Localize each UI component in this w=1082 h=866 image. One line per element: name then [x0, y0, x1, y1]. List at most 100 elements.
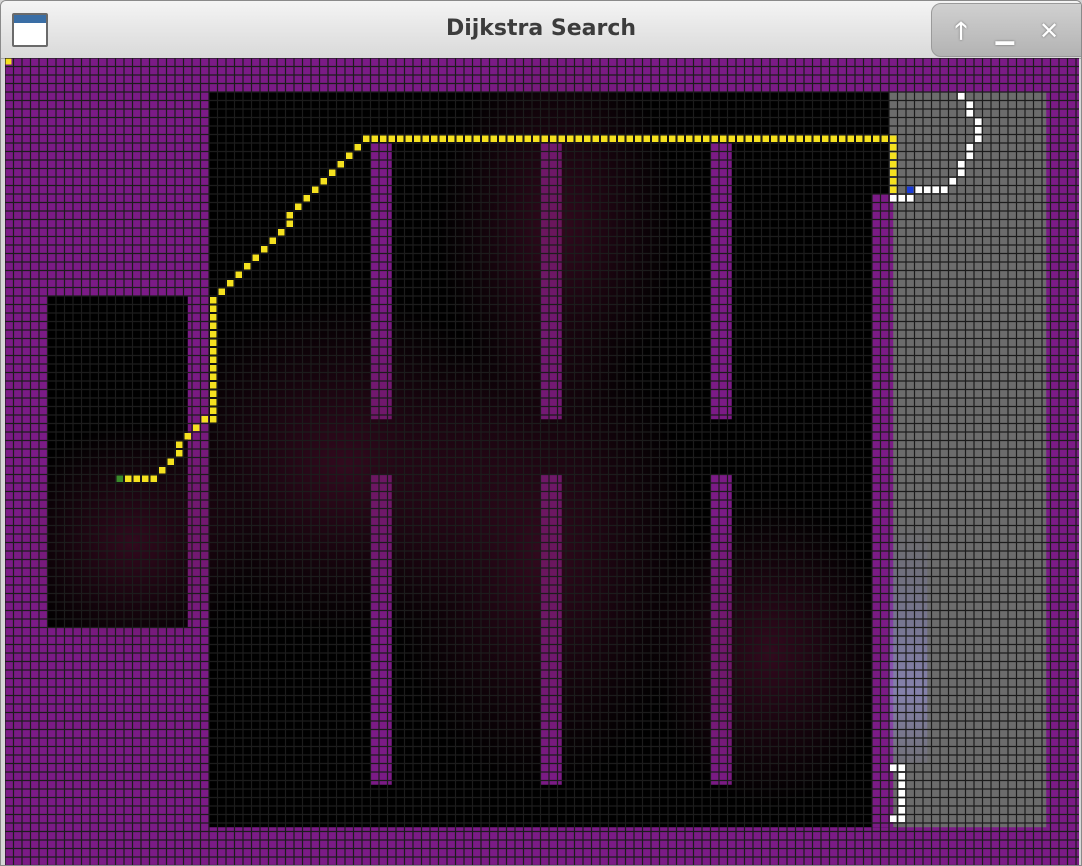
path-cell — [210, 348, 217, 355]
frontier-cell — [949, 178, 956, 185]
path-cell — [890, 169, 897, 176]
path-cell — [354, 144, 361, 151]
path-cell — [210, 297, 217, 304]
path-cell — [303, 195, 310, 202]
path-cell — [524, 135, 531, 142]
path-cell — [618, 135, 625, 142]
frontier-cell — [898, 790, 905, 797]
path-cell — [864, 135, 871, 142]
path-cell — [737, 135, 744, 142]
frontier-cell — [958, 93, 965, 100]
frontier-cell — [890, 764, 897, 771]
frontier-cell — [890, 195, 897, 202]
path-cell — [609, 135, 616, 142]
path-cell — [482, 135, 489, 142]
path-cell — [150, 475, 157, 482]
path-cell — [584, 135, 591, 142]
up-arrow-icon: 🡑 — [954, 17, 968, 45]
frontier-cell — [898, 798, 905, 805]
path-cell — [507, 135, 514, 142]
path-cell — [558, 135, 565, 142]
path-cell — [125, 475, 132, 482]
path-cell — [431, 135, 438, 142]
path-cell — [456, 135, 463, 142]
path-cell — [473, 135, 480, 142]
path-cell — [601, 135, 608, 142]
path-cell — [567, 135, 574, 142]
path-cell — [422, 135, 429, 142]
path-cell — [167, 458, 174, 465]
frontier-cell — [890, 815, 897, 822]
frontier-cell — [958, 169, 965, 176]
path-cell — [779, 135, 786, 142]
frontier-cell — [966, 144, 973, 151]
path-cell — [881, 135, 888, 142]
path-cell — [592, 135, 599, 142]
frontier-cell — [898, 807, 905, 814]
path-cell — [346, 152, 353, 159]
frontier-cell — [966, 152, 973, 159]
window-title: Dijkstra Search — [445, 16, 637, 41]
path-cell — [210, 373, 217, 380]
path-cell — [660, 135, 667, 142]
path-cell — [252, 254, 259, 261]
path-cell — [269, 237, 276, 244]
close-button[interactable]: ✕ — [1032, 14, 1066, 48]
path-cell — [176, 450, 183, 457]
path-cell — [771, 135, 778, 142]
path-cell — [669, 135, 676, 142]
path-cell — [227, 280, 234, 287]
grid-svg[interactable] — [5, 58, 1079, 865]
path-cell — [380, 135, 387, 142]
path-cell — [414, 135, 421, 142]
path-cell — [142, 475, 149, 482]
path-cell — [499, 135, 506, 142]
close-icon: ✕ — [1038, 17, 1060, 45]
frontier-cell — [898, 781, 905, 788]
start-cell — [116, 475, 123, 482]
path-cell — [839, 135, 846, 142]
minimize-button[interactable]: ▁ — [988, 14, 1022, 48]
path-cell — [711, 135, 718, 142]
path-cell — [677, 135, 684, 142]
path-cell — [890, 178, 897, 185]
path-cell — [210, 356, 217, 363]
path-cell — [626, 135, 633, 142]
path-cell — [210, 399, 217, 406]
minimize-icon: ▁ — [995, 17, 1015, 45]
path-cell — [465, 135, 472, 142]
path-cell — [278, 229, 285, 236]
title-bar[interactable]: Dijkstra Search 🡑 ▁ ✕ — [1, 1, 1081, 59]
path-cell — [295, 203, 302, 210]
path-cell — [856, 135, 863, 142]
path-cell — [890, 135, 897, 142]
path-cell — [686, 135, 693, 142]
path-cell — [235, 271, 242, 278]
frontier-cell — [898, 764, 905, 771]
path-cell — [363, 135, 370, 142]
path-cell — [210, 416, 217, 423]
goal-cell — [907, 186, 914, 193]
path-cell — [575, 135, 582, 142]
search-grid-canvas[interactable] — [5, 58, 1079, 865]
path-cell — [890, 186, 897, 193]
path-cell — [439, 135, 446, 142]
path-cell — [210, 339, 217, 346]
path-cell — [720, 135, 727, 142]
window-controls: 🡑 ▁ ✕ — [931, 3, 1081, 57]
path-cell — [244, 263, 251, 270]
maximize-button[interactable]: 🡑 — [944, 14, 978, 48]
path-cell — [133, 475, 140, 482]
frontier-cell — [966, 110, 973, 117]
path-cell — [210, 365, 217, 372]
path-cell — [694, 135, 701, 142]
path-cell — [210, 305, 217, 312]
frontier-cell — [924, 186, 931, 193]
path-cell — [890, 161, 897, 168]
frontier-cell — [907, 195, 914, 202]
path-cell — [754, 135, 761, 142]
path-cell — [813, 135, 820, 142]
path-cell — [184, 433, 191, 440]
path-cell — [320, 178, 327, 185]
frontier-cell — [975, 127, 982, 134]
